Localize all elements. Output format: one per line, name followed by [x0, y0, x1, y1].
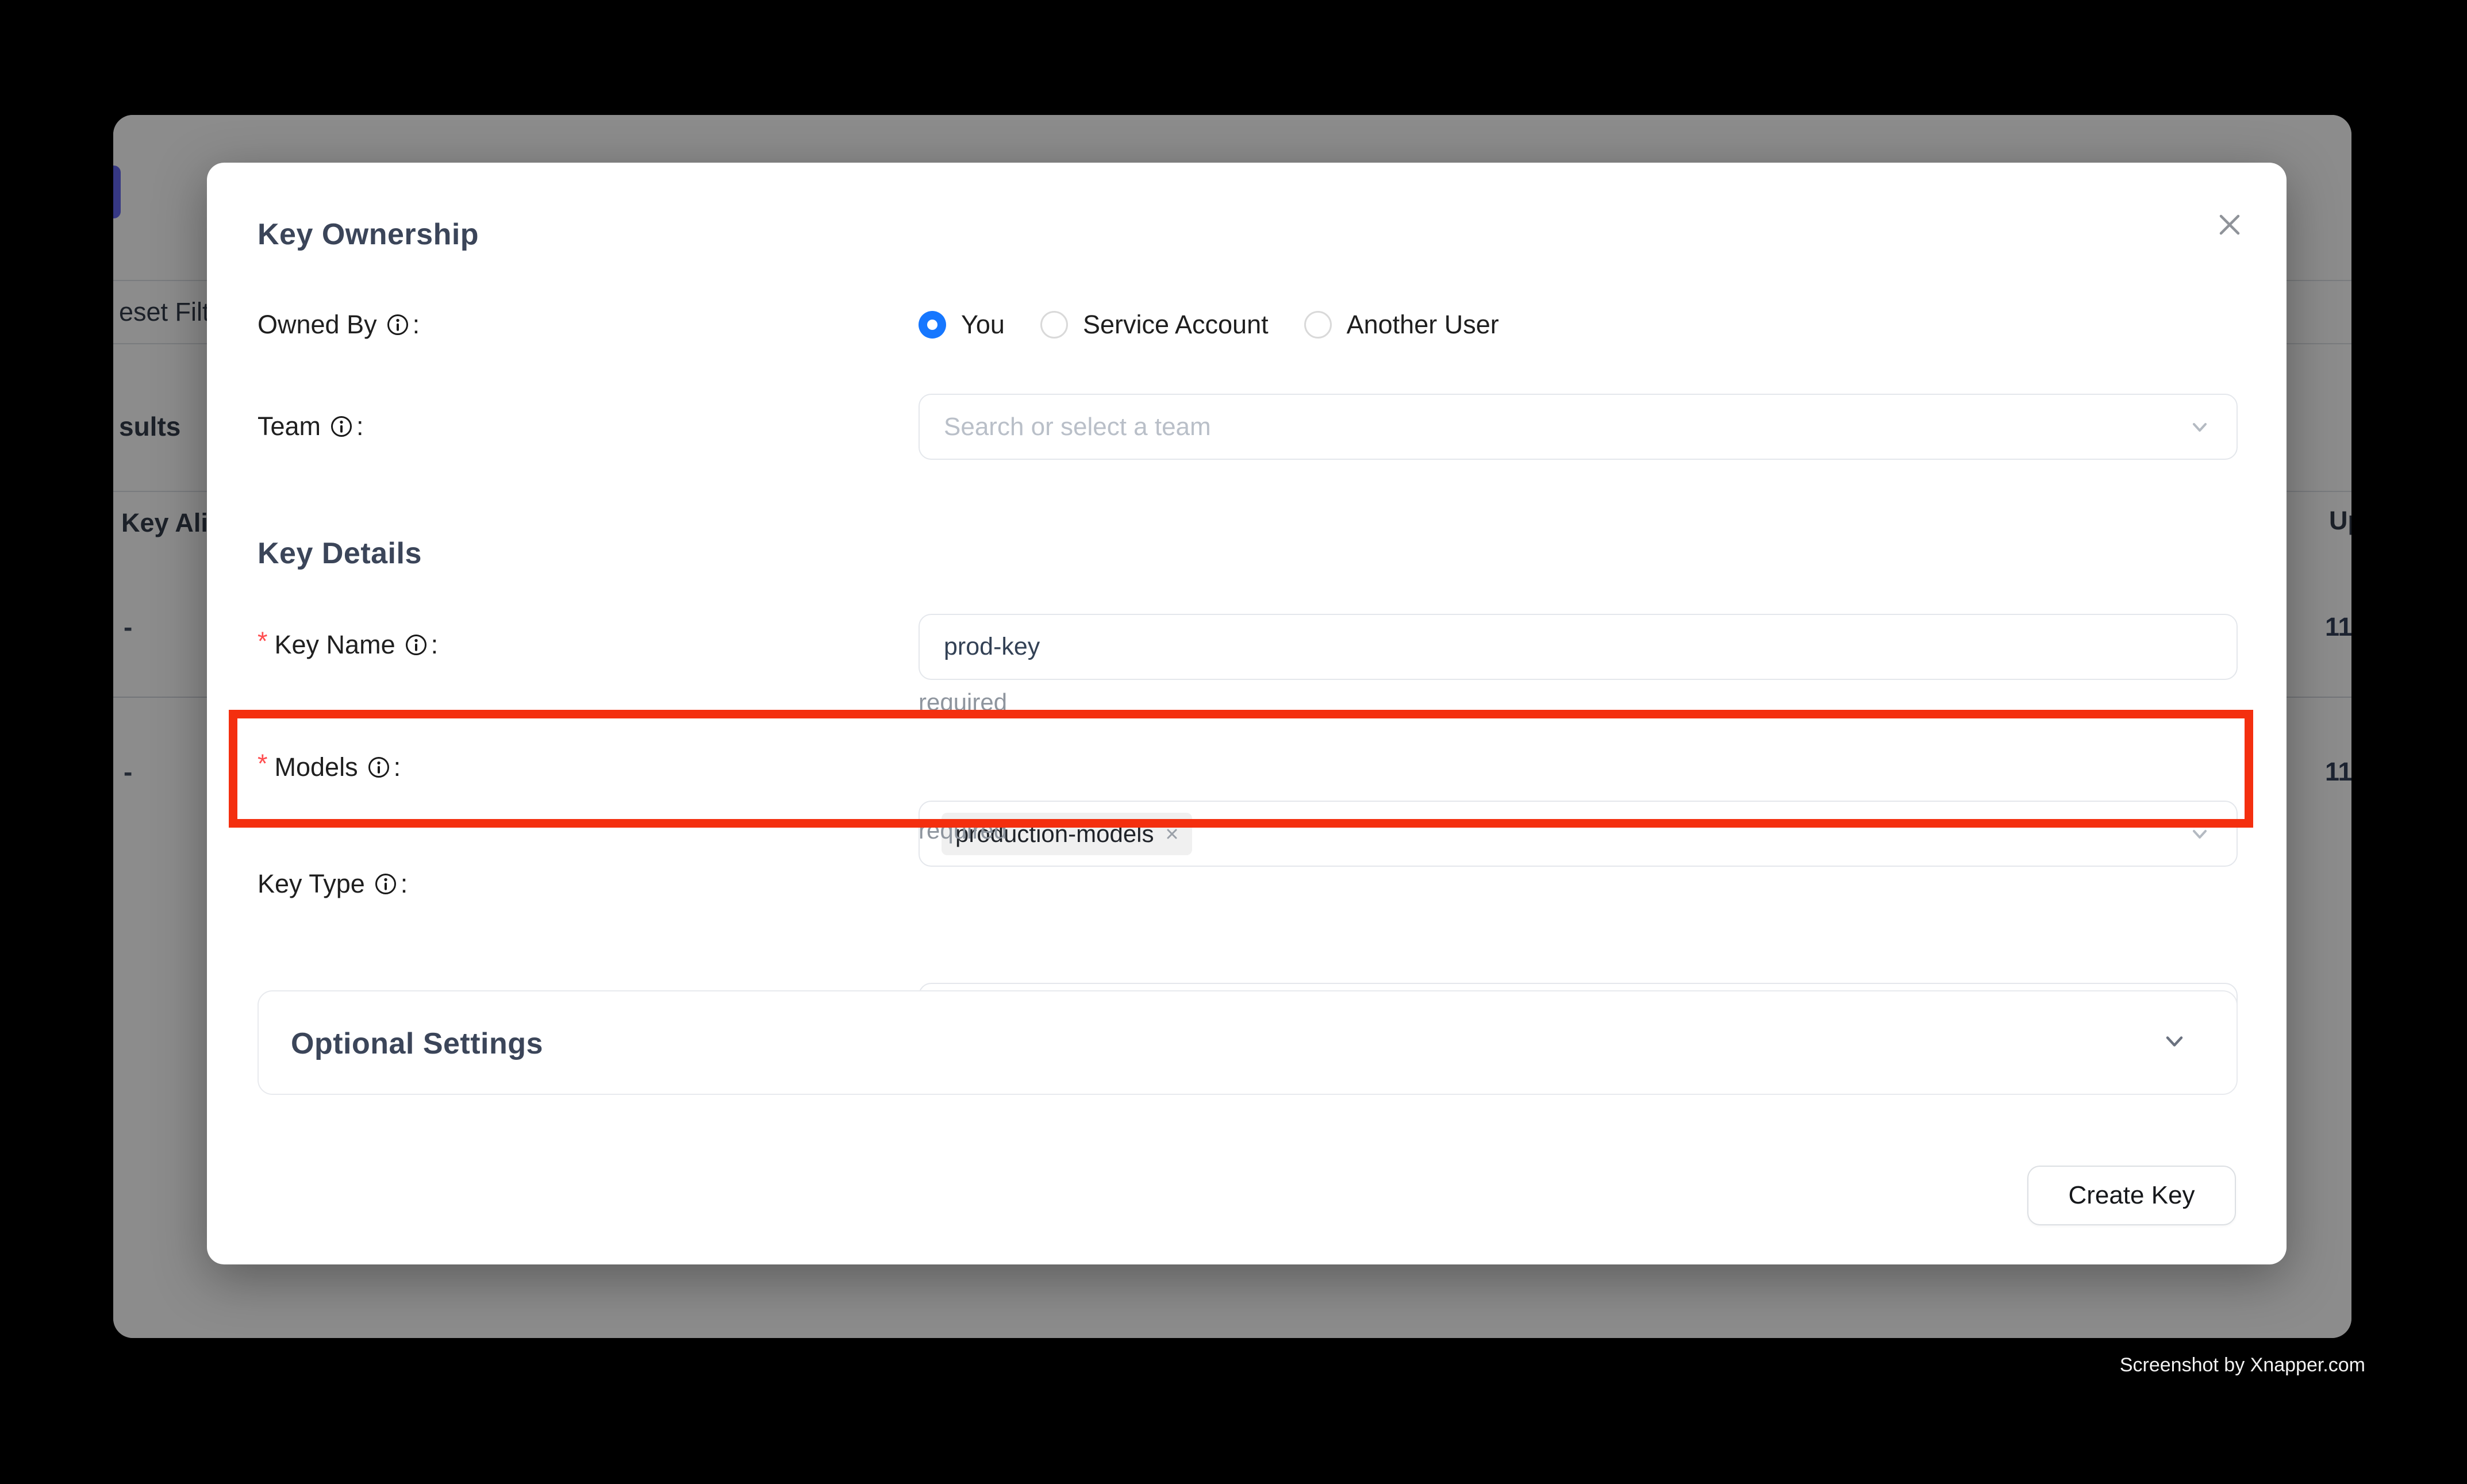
team-label-text: Team: [258, 412, 321, 441]
radio-option-label: Service Account: [1083, 310, 1269, 340]
models-validation-message: required: [919, 816, 1007, 845]
key-name-input[interactable]: [919, 614, 2238, 680]
radio-option-service-account[interactable]: Service Account: [1040, 310, 1269, 340]
radio-option-label: You: [961, 310, 1005, 340]
required-asterisk: *: [258, 626, 268, 656]
owned-by-label: Owned By :: [258, 308, 420, 341]
radio-unselected-icon[interactable]: [1304, 311, 1332, 339]
required-asterisk: *: [258, 749, 268, 779]
info-icon[interactable]: [405, 633, 428, 656]
create-key-button[interactable]: Create Key: [2027, 1166, 2236, 1225]
key-type-label-text: Key Type: [258, 869, 365, 899]
models-label: * Models :: [258, 751, 401, 784]
team-select-placeholder: Search or select a team: [944, 413, 1211, 441]
colon: :: [431, 630, 439, 660]
info-icon[interactable]: [330, 415, 353, 438]
modal-title: Key Ownership: [258, 218, 479, 251]
watermark-text: Screenshot by Xnapper.com: [2120, 1354, 2365, 1377]
key-details-heading: Key Details: [258, 536, 422, 571]
info-icon[interactable]: [367, 756, 390, 779]
key-ownership-modal: Key Ownership Owned By :: [207, 163, 2287, 1264]
owned-by-radio-group: You Service Account Another User: [919, 308, 2238, 341]
screenshot-canvas: eset Filt sults Key Alia Up - 11/ - 11/ …: [0, 0, 2467, 1484]
colon: :: [413, 310, 420, 340]
key-type-label: Key Type :: [258, 867, 408, 901]
colon: :: [401, 869, 408, 899]
chevron-down-icon: [2159, 1027, 2189, 1059]
close-icon: [2212, 207, 2247, 243]
team-label: Team :: [258, 410, 364, 443]
optional-settings-toggle[interactable]: Optional Settings: [258, 990, 2238, 1095]
info-icon[interactable]: [374, 872, 397, 895]
radio-option-another-user[interactable]: Another User: [1304, 310, 1499, 340]
key-name-validation-message: required: [919, 688, 1007, 717]
key-name-label: * Key Name :: [258, 628, 438, 662]
radio-option-label: Another User: [1347, 310, 1499, 340]
chevron-down-icon: [2187, 821, 2212, 847]
key-name-label-text: Key Name: [275, 630, 395, 660]
chevron-down-icon: [2187, 414, 2212, 440]
tag-remove-icon[interactable]: [1163, 825, 1181, 843]
team-select[interactable]: Search or select a team: [919, 394, 2238, 460]
radio-option-you[interactable]: You: [919, 310, 1005, 340]
close-button[interactable]: [2212, 207, 2247, 243]
optional-settings-heading: Optional Settings: [291, 991, 543, 1096]
colon: :: [394, 752, 401, 782]
radio-selected-icon[interactable]: [919, 311, 946, 339]
models-label-text: Models: [275, 752, 358, 782]
owned-by-label-text: Owned By: [258, 310, 377, 340]
key-name-field-wrap: [919, 614, 2238, 680]
info-icon[interactable]: [386, 313, 409, 336]
models-multiselect[interactable]: production-models: [919, 801, 2238, 867]
colon: :: [356, 412, 364, 441]
radio-unselected-icon[interactable]: [1040, 311, 1068, 339]
